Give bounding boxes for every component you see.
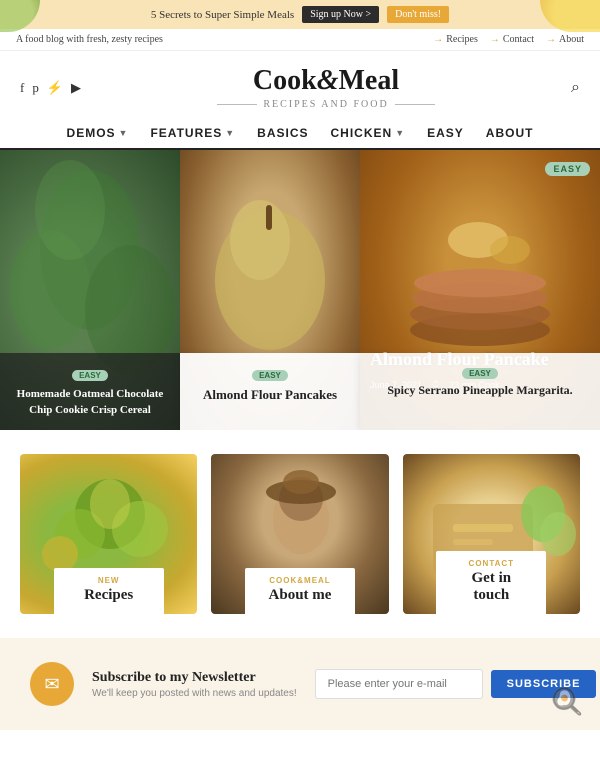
categories-section: NEW Recipes COOK&MEAL About me [0, 430, 600, 634]
cat-label-recipes: NEW Recipes [54, 568, 164, 614]
hero-card-right-title: Spicy Serrano Pineapple Margarita. [372, 383, 588, 398]
dontmiss-button[interactable]: Don't miss! [387, 6, 449, 23]
main-nav: DEMOS▼ FEATURES▼ BASICS CHICKEN▼ EASY AB… [0, 116, 600, 150]
topbar-text: 5 Secrets to Super Simple Meals [151, 9, 294, 21]
nav-demos[interactable]: DEMOS▼ [67, 126, 129, 140]
youtube-icon[interactable]: ▶ [71, 80, 81, 96]
hero-card-right-badge: EASY [462, 368, 498, 379]
instagram-icon[interactable]: ⚡ [47, 80, 63, 96]
newsletter-subtitle: We'll keep you posted with news and upda… [92, 688, 297, 699]
cat-label-contact: CONTACT Get in touch [436, 551, 546, 614]
sub-bar: A food blog with fresh, zesty recipes →R… [0, 29, 600, 51]
newsletter-deco-icon: 🍳 [546, 683, 586, 723]
cat-main-recipes: Recipes [74, 587, 144, 604]
newsletter-title: Subscribe to my Newsletter [92, 670, 297, 686]
cat-card-about[interactable]: COOK&MEAL About me [211, 454, 388, 614]
hero-card-center-title: Almond Flour Pancakes [192, 387, 348, 403]
logo-title[interactable]: Cook&Meal [81, 65, 571, 97]
cat-card-recipes[interactable]: NEW Recipes [20, 454, 197, 614]
hero-section: EASY Almond Flour Pancake June 7, 2021 ⏱… [0, 150, 600, 430]
facebook-icon[interactable]: f [20, 80, 24, 96]
logo-subtitle: Recipes and Food [81, 99, 571, 110]
subnav-about[interactable]: →About [546, 34, 584, 45]
signup-button[interactable]: Sign up Now > [302, 6, 379, 23]
cat-super-about: COOK&MEAL [265, 576, 335, 585]
hero-card-center-badge: EASY [252, 370, 288, 381]
hero-card-left-badge: EASY [72, 370, 108, 381]
top-bar-lemon-deco [540, 0, 600, 32]
subnav-recipes[interactable]: →Recipes [433, 34, 478, 45]
newsletter-section: ✉ Subscribe to my Newsletter We'll keep … [0, 638, 600, 730]
hero-cards: EASY Homemade Oatmeal Chocolate Chip Coo… [0, 353, 600, 430]
hero-card-right[interactable]: EASY Spicy Serrano Pineapple Margarita. [360, 353, 600, 430]
search-icon[interactable]: ⌕ [571, 79, 580, 97]
newsletter-icon: ✉ [30, 662, 74, 706]
hero-card-left[interactable]: EASY Homemade Oatmeal Chocolate Chip Coo… [0, 353, 180, 430]
newsletter-email-input[interactable] [315, 669, 483, 699]
logo-area: Cook&Meal Recipes and Food [81, 65, 571, 110]
hero-card-left-title: Homemade Oatmeal Chocolate Chip Cookie C… [12, 387, 168, 418]
hero-featured-badge: EASY [545, 162, 590, 176]
hero-card-center[interactable]: EASY Almond Flour Pancakes [180, 353, 360, 430]
top-bar: 5 Secrets to Super Simple Meals Sign up … [0, 0, 600, 29]
nav-features[interactable]: FEATURES▼ [150, 126, 235, 140]
top-bar-green-deco [0, 0, 40, 32]
social-icons: f p ⚡ ▶ [20, 80, 81, 96]
nav-easy[interactable]: EASY [427, 126, 464, 140]
cat-super-recipes: NEW [74, 576, 144, 585]
header: f p ⚡ ▶ Cook&Meal Recipes and Food ⌕ [0, 51, 600, 116]
cat-main-contact: Get in touch [456, 570, 526, 604]
subnav-contact[interactable]: →Contact [490, 34, 534, 45]
blog-tagline: A food blog with fresh, zesty recipes [16, 34, 163, 45]
cat-label-about: COOK&MEAL About me [245, 568, 355, 614]
sub-bar-links: →Recipes →Contact →About [433, 34, 584, 45]
cat-main-about: About me [265, 587, 335, 604]
cat-card-contact[interactable]: CONTACT Get in touch [403, 454, 580, 614]
nav-about[interactable]: ABOUT [486, 126, 534, 140]
nav-chicken[interactable]: CHICKEN▼ [331, 126, 406, 140]
pinterest-icon[interactable]: p [32, 80, 39, 96]
newsletter-text: Subscribe to my Newsletter We'll keep yo… [92, 670, 297, 699]
cat-super-contact: CONTACT [456, 559, 526, 568]
nav-basics[interactable]: BASICS [257, 126, 308, 140]
